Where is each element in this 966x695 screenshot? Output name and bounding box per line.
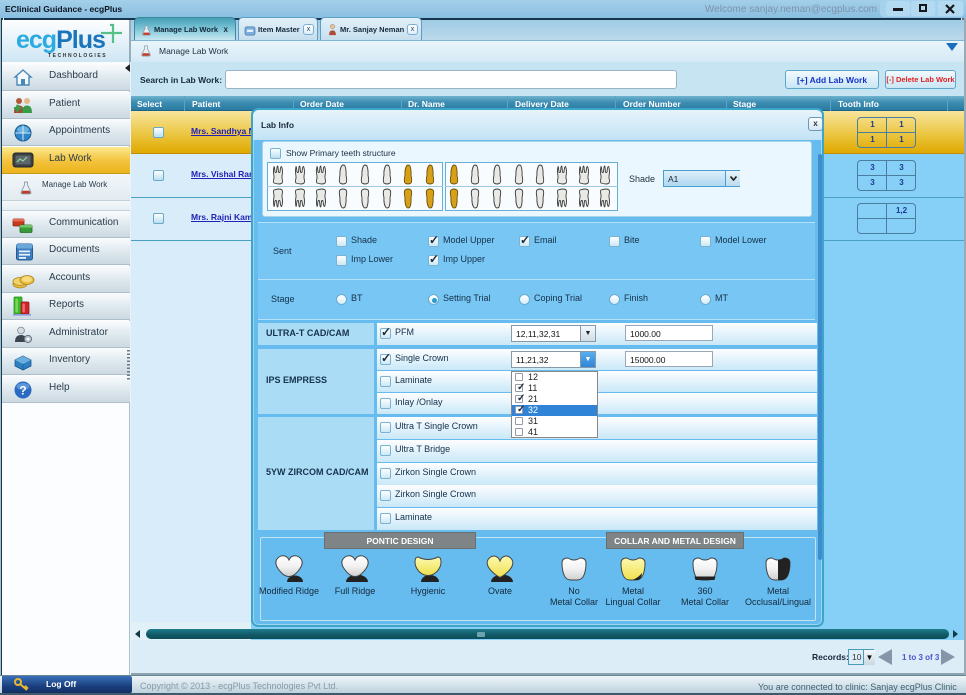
svg-text:?: ? [19, 384, 26, 398]
